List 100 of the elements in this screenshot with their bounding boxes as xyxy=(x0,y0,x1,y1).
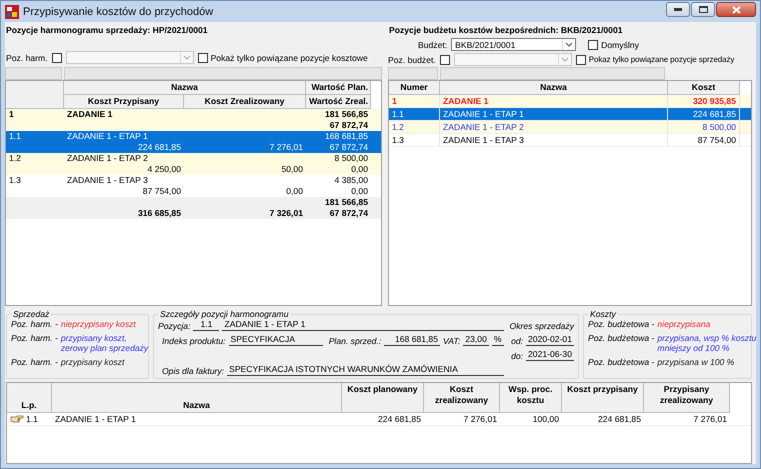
field-value: 168 681,85 xyxy=(384,334,440,346)
dropdown-arrow-icon xyxy=(180,52,193,63)
field-value: SPECYFIKACJA ISTOTNYCH WARUNKÓW ZAMÓWIENIA xyxy=(227,364,504,376)
date-field[interactable]: 2021-06-30 xyxy=(526,349,574,361)
group-title: Sprzedaż xyxy=(12,309,50,319)
column-header: Nazwa xyxy=(440,81,668,95)
column-header: Przypisany zrealizowany xyxy=(644,383,730,413)
column-header: Koszt przypisany xyxy=(562,383,644,413)
unit-label: % xyxy=(492,334,504,346)
table-cell-text: 316 685,85 xyxy=(136,208,182,219)
filter-field[interactable] xyxy=(388,67,438,80)
table-row[interactable]: 1.1 ZADANIE 1 - ETAP 1 224 681,85 xyxy=(389,108,751,121)
table-cell-text: 224 681,85 xyxy=(136,142,182,153)
column-header: L.p. xyxy=(7,383,52,413)
table-cell-text: 1.3 xyxy=(8,175,22,186)
close-button[interactable] xyxy=(716,2,756,17)
legend-text: nieprzypisany koszt xyxy=(60,319,136,329)
field-value: SPECYFIKACJA xyxy=(228,334,323,346)
table-cell-text: 7 276,01 xyxy=(462,413,498,425)
field-label: Pozycja: xyxy=(158,321,190,331)
maximize-button[interactable] xyxy=(691,2,715,17)
field-label: Budżet: xyxy=(418,40,448,50)
checkbox-label[interactable]: Pokaz tylko powiązane pozycje sprzedaży xyxy=(588,55,734,64)
close-icon xyxy=(732,6,740,14)
table-cell-text: ZADANIE 1 - ETAP 2 xyxy=(66,153,149,164)
column-header: Wartość Zreal. xyxy=(306,95,371,109)
field-label: VAT: xyxy=(442,336,460,346)
filter-field[interactable] xyxy=(5,67,62,80)
table-cell-text: ZADANIE 1 - ETAP 1 xyxy=(54,413,137,425)
checkbox[interactable] xyxy=(52,52,62,62)
table-row[interactable]: 1 ZADANIE 1 181 566,85 67 872,74 xyxy=(6,109,381,131)
legend-label: Poz. harm. - xyxy=(11,319,58,329)
table-cell-text: 67 872,74 xyxy=(328,208,369,219)
table-cell-text: 1.1 xyxy=(8,131,22,142)
column-header: Nazwa xyxy=(64,81,306,95)
table-row[interactable]: 1.2 ZADANIE 1 - ETAP 2 8 500,00 xyxy=(389,121,751,134)
table-cell-text: 168 681,85 xyxy=(324,131,369,142)
checkbox[interactable] xyxy=(440,54,450,64)
table-row[interactable]: 1 ZADANIE 1 320 935,85 xyxy=(389,95,751,108)
field-label: Indeks produktu: xyxy=(162,336,226,346)
minimize-button[interactable] xyxy=(666,2,690,17)
table-cell-text: 224 681,85 xyxy=(596,413,642,425)
table-cell-text: 181 566,85 xyxy=(324,197,369,208)
dropdown[interactable]: BKB/2021/0001 xyxy=(451,38,576,51)
field-label: Opis dla faktury: xyxy=(162,366,224,376)
group-title: Szczegóły pozycji harmonogramu xyxy=(159,309,290,319)
table-row[interactable]: 1.3 ZADANIE 1 - ETAP 3 87 754,00 xyxy=(389,134,751,147)
table-cell-text: ZADANIE 1 xyxy=(66,109,114,120)
checkbox[interactable] xyxy=(576,54,586,64)
panel-heading: Pozycje budżetu kosztów bezpośrednich: BKB/2021/0001 xyxy=(388,24,624,36)
maximize-icon xyxy=(698,6,708,13)
filter-field[interactable] xyxy=(64,67,382,80)
field-label: Plan. sprzed.: xyxy=(328,336,382,346)
field-label: do: xyxy=(511,351,524,361)
table-row[interactable]: 1.2 ZADANIE 1 - ETAP 2 8 500,00 4 250,00 50,00 0,00 xyxy=(6,153,381,175)
filter-field[interactable] xyxy=(440,67,665,80)
legend-label: Poz. harm. - xyxy=(11,333,58,345)
table-cell-text: 4 385,00 xyxy=(334,175,369,186)
column-header: Nazwa xyxy=(52,383,342,413)
table-cell-text: ZADANIE 1 - ETAP 3 xyxy=(66,175,149,186)
table-cell: 1 xyxy=(389,95,440,107)
table-cell: 8 500,00 xyxy=(668,121,740,133)
table-cell: 87 754,00 xyxy=(668,134,740,146)
checkbox-label[interactable]: Pokaż tylko powiązane pozycje kosztowe xyxy=(210,52,368,62)
table-cell: ZADANIE 1 xyxy=(440,95,668,107)
checkbox[interactable] xyxy=(588,40,598,50)
table-cell: 1.1 xyxy=(26,413,38,425)
column-header: Koszt xyxy=(668,81,740,95)
field-value: 23,00 xyxy=(463,334,489,346)
column-header: Koszt Zrealizowany xyxy=(184,95,306,109)
legend-label: Poz. budżetowa - xyxy=(588,333,654,345)
legend-text: przypisana w 100 % xyxy=(657,357,734,367)
table-cell-text: 1 xyxy=(8,109,15,120)
column-header: Numer xyxy=(389,81,440,95)
field-value: 1.1 xyxy=(193,319,220,331)
field-label: Okres sprzedaży xyxy=(510,321,574,331)
legend-label: Poz. budżetowa - xyxy=(588,357,654,367)
table-cell-text: 67 872,74 xyxy=(328,120,369,131)
legend-text: przypisana, wsp % kosztu mniejszy od 100 % xyxy=(657,333,756,353)
date-field[interactable]: 2020-02-01 xyxy=(526,334,574,346)
column-header: Koszt planowany xyxy=(342,383,424,413)
column-header: Wartość Plan. xyxy=(306,81,371,95)
legend-text: nieprzypisana xyxy=(657,319,710,329)
table-cell: ZADANIE 1 - ETAP 1 xyxy=(440,108,668,120)
table-row[interactable]: 1.1 ZADANIE 1 - ETAP 1 168 681,85 224 681,85 7 276,01 67 872,74 xyxy=(6,131,381,153)
table-cell-text: 87 754,00 xyxy=(142,186,182,197)
legend-label: Poz. budżetowa - xyxy=(588,319,654,329)
column-header: Koszt Przypisany xyxy=(64,95,184,109)
table-cell-text: 100,00 xyxy=(532,413,560,425)
table-cell-text: 7 276,01 xyxy=(268,142,304,153)
checkbox[interactable] xyxy=(198,52,208,62)
checkbox-label[interactable]: Domyślny xyxy=(601,40,639,50)
minimize-icon xyxy=(674,8,682,11)
field-label: od: xyxy=(511,336,524,346)
table-cell-text: 1.2 xyxy=(8,153,22,164)
table-cell-text: 0,00 xyxy=(285,186,304,197)
legend-label: Poz. harm. - xyxy=(11,357,58,367)
window-title: Przypisywanie kosztów do przychodów xyxy=(23,6,214,18)
legend-text: przypisany koszt xyxy=(60,357,124,367)
table-cell: ZADANIE 1 - ETAP 2 xyxy=(440,121,668,133)
